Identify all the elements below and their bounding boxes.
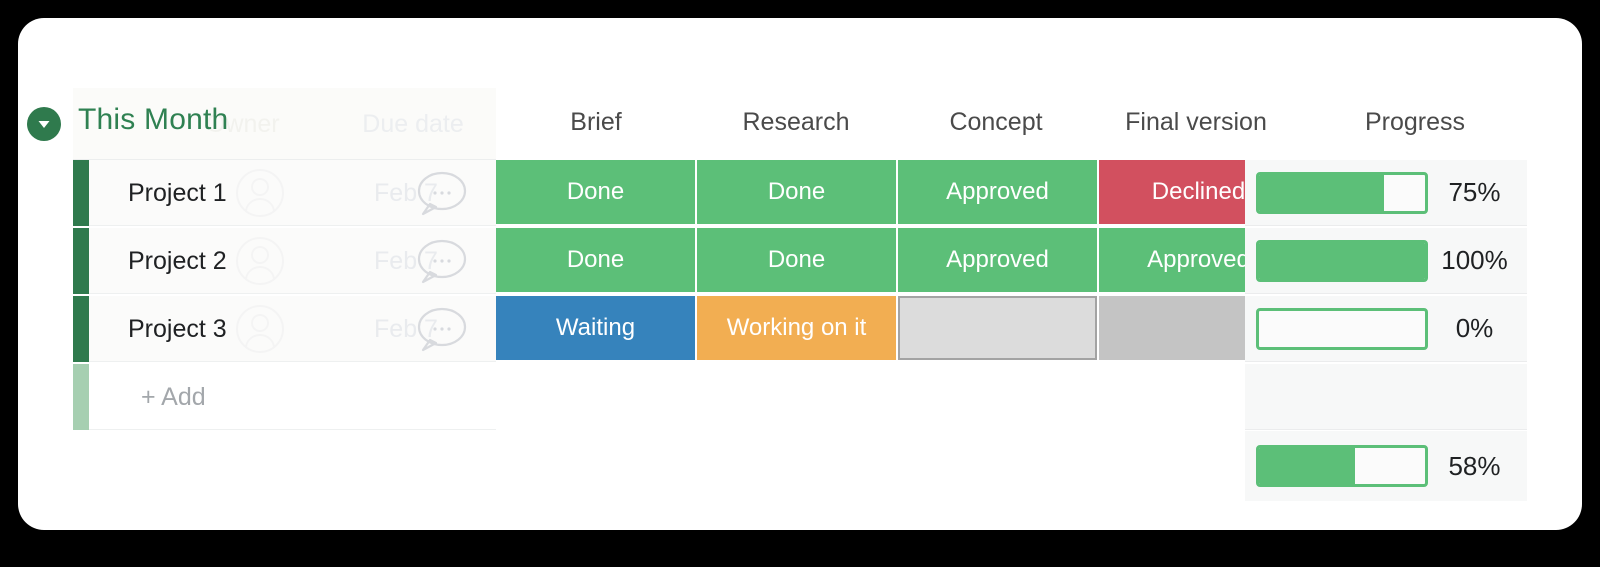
add-row[interactable]: + Add	[73, 364, 496, 430]
add-row-label[interactable]: + Add	[141, 383, 206, 412]
status-cell-brief[interactable]: Waiting	[496, 296, 695, 360]
progress-summary-cell[interactable]: 58%	[1245, 431, 1527, 501]
status-cell-brief[interactable]: Done	[496, 228, 695, 292]
row-accent-bar	[73, 228, 89, 294]
board-card: Owner This Month Due date Brief Research…	[18, 18, 1582, 530]
chat-bubble-icon[interactable]	[413, 170, 467, 218]
status-cell-research[interactable]: Working on it	[697, 296, 896, 360]
table-row[interactable]: Project 2 Feb 7	[73, 228, 496, 294]
table-row[interactable]: Project 3 Feb 7	[73, 296, 496, 362]
row-title[interactable]: Project 1	[128, 179, 227, 208]
column-header-final-version[interactable]: Final version	[1096, 108, 1296, 137]
progress-bar[interactable]	[1256, 307, 1428, 350]
status-cell-concept[interactable]	[898, 296, 1097, 360]
status-cell-concept[interactable]: Approved	[898, 228, 1097, 292]
status-cell-research[interactable]: Done	[697, 160, 896, 224]
column-header-progress[interactable]: Progress	[1300, 108, 1530, 137]
progress-cell[interactable]: 0%	[1245, 296, 1527, 362]
chat-bubble-icon[interactable]	[413, 306, 467, 354]
status-cell-concept[interactable]: Approved	[898, 160, 1097, 224]
column-header-concept[interactable]: Concept	[896, 108, 1096, 137]
progress-cell[interactable]: 75%	[1245, 160, 1527, 226]
table-row[interactable]: Project 1 Feb 7	[73, 160, 496, 226]
group-collapse-toggle[interactable]	[27, 107, 61, 141]
chevron-down-circle-icon	[38, 121, 50, 128]
progress-summary-label: 58%	[1448, 450, 1501, 481]
chat-bubble-icon[interactable]	[413, 238, 467, 286]
group-title: This Month	[78, 103, 229, 136]
add-row-filler	[496, 364, 1298, 428]
row-accent-bar	[73, 296, 89, 362]
column-header-research[interactable]: Research	[696, 108, 896, 137]
progress-bar[interactable]	[1256, 445, 1428, 487]
progress-bar-fill	[1259, 174, 1384, 211]
progress-bar-fill	[1259, 448, 1356, 484]
progress-bar[interactable]	[1256, 239, 1428, 282]
progress-cell[interactable]: 100%	[1245, 228, 1527, 294]
row-accent-bar	[73, 160, 89, 226]
screen-root: Owner This Month Due date Brief Research…	[0, 0, 1600, 567]
progress-bar-fill	[1259, 242, 1425, 279]
progress-percent-label: 75%	[1448, 177, 1501, 207]
row-accent-bar	[73, 364, 89, 430]
progress-percent-label: 100%	[1441, 245, 1508, 275]
person-avatar-icon[interactable]	[235, 236, 285, 286]
due-date-column-header: Due date	[362, 110, 464, 138]
row-title[interactable]: Project 3	[128, 315, 227, 344]
progress-blank-cell	[1245, 364, 1527, 430]
person-avatar-icon[interactable]	[235, 304, 285, 354]
person-avatar-icon[interactable]	[235, 168, 285, 218]
column-header-brief[interactable]: Brief	[496, 108, 696, 137]
status-cell-research[interactable]: Done	[697, 228, 896, 292]
row-title[interactable]: Project 2	[128, 247, 227, 276]
progress-percent-label: 0%	[1455, 313, 1494, 343]
status-cell-brief[interactable]: Done	[496, 160, 695, 224]
progress-bar[interactable]	[1256, 171, 1428, 214]
board-grid: Owner This Month Due date Brief Research…	[18, 18, 1582, 530]
